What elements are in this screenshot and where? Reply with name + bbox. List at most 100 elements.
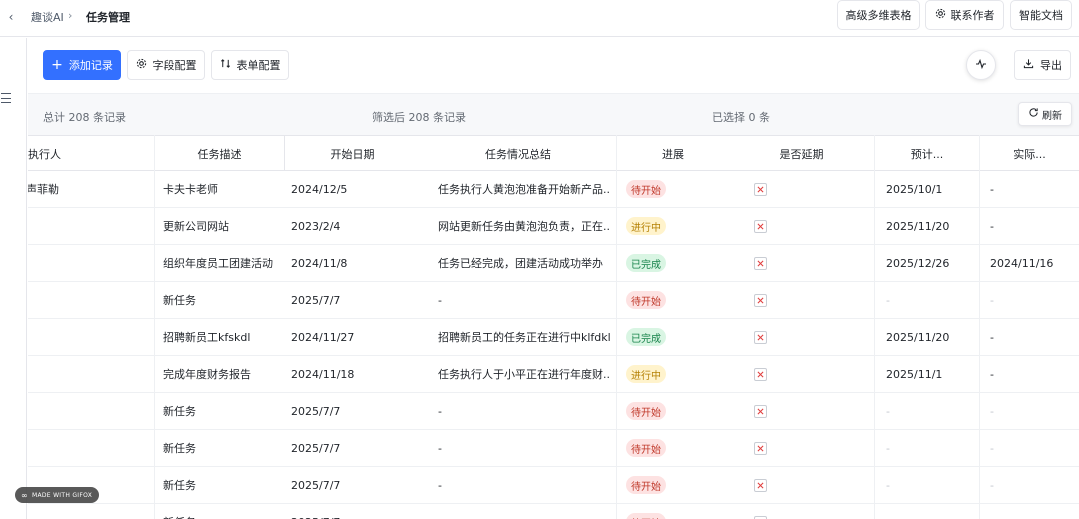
- cell-actual[interactable]: -: [990, 319, 1075, 355]
- col-header-progress[interactable]: 进展: [617, 136, 729, 171]
- table-row[interactable]: 组织年度员工团建活动 2024/11/8 任务已经完成，团建活动成功举办 已完成 202…: [28, 245, 1079, 282]
- cell-planned[interactable]: 2025/11/20: [886, 319, 976, 355]
- cell-delayed[interactable]: [754, 282, 774, 318]
- cell-assignee[interactable]: [28, 356, 152, 392]
- table-row[interactable]: 新任务 2025/7/7 - 待开始 - -: [28, 467, 1079, 504]
- cell-description[interactable]: 新任务: [163, 504, 283, 519]
- cell-progress[interactable]: 已完成: [626, 245, 716, 281]
- cell-delayed[interactable]: [754, 171, 774, 207]
- breadcrumb-root[interactable]: 趣谈AI: [31, 9, 64, 25]
- cell-start-date[interactable]: 2025/7/7: [291, 504, 416, 519]
- delayed-no-checkbox[interactable]: [754, 441, 767, 455]
- delayed-no-checkbox[interactable]: [754, 367, 767, 381]
- cell-actual[interactable]: 2024/11/16: [990, 245, 1075, 281]
- cell-summary[interactable]: -: [438, 282, 610, 318]
- table-row[interactable]: 新任务 2025/7/7 - 待开始 - -: [28, 282, 1079, 319]
- smart-doc-button[interactable]: 智能文档: [1010, 0, 1072, 30]
- activity-pulse-button[interactable]: [966, 50, 996, 80]
- table-row[interactable]: 新任务 2025/7/7 - 待开始 - -: [28, 430, 1079, 467]
- cell-description[interactable]: 新任务: [163, 430, 283, 466]
- cell-planned[interactable]: 2025/11/1: [886, 356, 976, 392]
- cell-description[interactable]: 招聘新员工kfskdl: [163, 319, 283, 355]
- cell-start-date[interactable]: 2025/7/7: [291, 282, 416, 318]
- cell-assignee[interactable]: [28, 282, 152, 318]
- cell-start-date[interactable]: 2024/11/27: [291, 319, 416, 355]
- table-row[interactable]: 更新公司网站 2023/2/4 网站更新任务由黄泡泡负责，正在... 进行中 2025/…: [28, 208, 1079, 245]
- cell-start-date[interactable]: 2025/7/7: [291, 393, 416, 429]
- cell-summary[interactable]: -: [438, 393, 610, 429]
- cell-delayed[interactable]: [754, 393, 774, 429]
- delayed-no-checkbox[interactable]: [754, 478, 767, 492]
- cell-actual[interactable]: -: [990, 282, 1075, 318]
- cell-description[interactable]: 新任务: [163, 393, 283, 429]
- cell-progress[interactable]: 待开始: [626, 282, 716, 318]
- cell-summary[interactable]: 任务执行人于小平正在进行年度财...: [438, 356, 610, 392]
- cell-summary[interactable]: -: [438, 430, 610, 466]
- export-button[interactable]: 导出: [1014, 50, 1071, 80]
- form-config-button[interactable]: 表单配置: [211, 50, 289, 80]
- cell-progress[interactable]: 已完成: [626, 319, 716, 355]
- cell-assignee[interactable]: 声菲勒: [28, 171, 152, 207]
- delayed-no-checkbox[interactable]: [754, 515, 767, 519]
- cell-assignee[interactable]: [28, 393, 152, 429]
- delayed-no-checkbox[interactable]: [754, 404, 767, 418]
- table-row[interactable]: 新任务 2025/7/7 - 待开始 - -: [28, 504, 1079, 519]
- back-chevron-icon[interactable]: ‹: [4, 9, 18, 25]
- cell-progress[interactable]: 进行中: [626, 208, 716, 244]
- cell-planned[interactable]: 2025/10/1: [886, 171, 976, 207]
- col-header-planned[interactable]: 预计...: [875, 136, 980, 171]
- add-record-button[interactable]: + 添加记录: [43, 50, 121, 80]
- cell-delayed[interactable]: [754, 356, 774, 392]
- cell-assignee[interactable]: [28, 319, 152, 355]
- field-config-button[interactable]: 字段配置: [127, 50, 205, 80]
- delayed-no-checkbox[interactable]: [754, 182, 767, 196]
- delayed-no-checkbox[interactable]: [754, 256, 767, 270]
- cell-summary[interactable]: 任务执行人黄泡泡准备开始新产品...: [438, 171, 610, 207]
- col-header-start-date[interactable]: 开始日期: [285, 136, 420, 171]
- col-header-description[interactable]: 任务描述: [155, 136, 285, 171]
- cell-progress[interactable]: 待开始: [626, 430, 716, 466]
- advanced-table-button[interactable]: 高级多维表格: [837, 0, 920, 30]
- col-header-actual[interactable]: 实际...: [980, 136, 1079, 171]
- cell-progress[interactable]: 待开始: [626, 467, 716, 503]
- cell-assignee[interactable]: [28, 430, 152, 466]
- cell-progress[interactable]: 待开始: [626, 504, 716, 519]
- cell-description[interactable]: 组织年度员工团建活动: [163, 245, 283, 281]
- table-row[interactable]: 声菲勒 卡夫卡老师 2024/12/5 任务执行人黄泡泡准备开始新产品... 待开始 20…: [28, 171, 1079, 208]
- cell-start-date[interactable]: 2025/7/7: [291, 467, 416, 503]
- cell-assignee[interactable]: [28, 504, 152, 519]
- cell-description[interactable]: 新任务: [163, 282, 283, 318]
- col-header-assignee[interactable]: 执行人: [28, 136, 155, 171]
- refresh-button[interactable]: 刷新: [1018, 102, 1072, 126]
- col-header-summary[interactable]: 任务情况总结: [420, 136, 617, 171]
- cell-delayed[interactable]: [754, 430, 774, 466]
- cell-delayed[interactable]: [754, 208, 774, 244]
- cell-assignee[interactable]: [28, 245, 152, 281]
- cell-assignee[interactable]: [28, 208, 152, 244]
- cell-progress[interactable]: 待开始: [626, 393, 716, 429]
- table-row[interactable]: 新任务 2025/7/7 - 待开始 - -: [28, 393, 1079, 430]
- cell-delayed[interactable]: [754, 319, 774, 355]
- cell-start-date[interactable]: 2024/11/8: [291, 245, 416, 281]
- cell-description[interactable]: 新任务: [163, 467, 283, 503]
- cell-start-date[interactable]: 2024/11/18: [291, 356, 416, 392]
- delayed-no-checkbox[interactable]: [754, 330, 767, 344]
- cell-description[interactable]: 完成年度财务报告: [163, 356, 283, 392]
- cell-planned[interactable]: -: [886, 467, 976, 503]
- cell-actual[interactable]: -: [990, 467, 1075, 503]
- cell-actual[interactable]: -: [990, 504, 1075, 519]
- cell-summary[interactable]: -: [438, 504, 610, 519]
- cell-actual[interactable]: -: [990, 430, 1075, 466]
- cell-description[interactable]: 更新公司网站: [163, 208, 283, 244]
- cell-actual[interactable]: -: [990, 356, 1075, 392]
- cell-planned[interactable]: -: [886, 282, 976, 318]
- cell-summary[interactable]: 任务已经完成，团建活动成功举办: [438, 245, 610, 281]
- cell-actual[interactable]: -: [990, 393, 1075, 429]
- cell-delayed[interactable]: [754, 245, 774, 281]
- cell-actual[interactable]: -: [990, 171, 1075, 207]
- cell-summary[interactable]: 网站更新任务由黄泡泡负责，正在...: [438, 208, 610, 244]
- cell-actual[interactable]: -: [990, 208, 1075, 244]
- cell-start-date[interactable]: 2023/2/4: [291, 208, 416, 244]
- cell-planned[interactable]: 2025/11/20: [886, 208, 976, 244]
- menu-icon[interactable]: [1, 93, 11, 103]
